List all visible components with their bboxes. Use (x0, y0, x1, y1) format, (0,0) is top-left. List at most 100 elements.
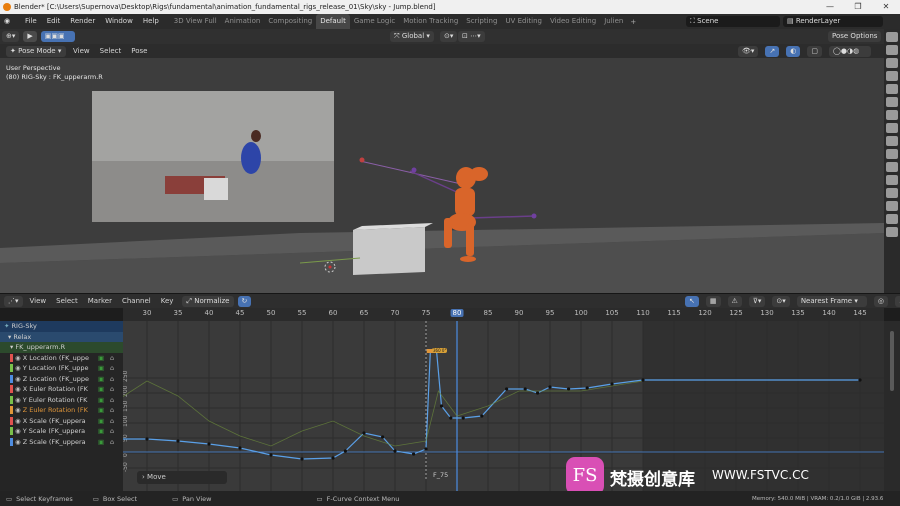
view-layer-icon[interactable] (886, 71, 898, 81)
sidebar-toggle-icon[interactable] (886, 227, 898, 237)
menu-help[interactable]: Help (138, 14, 164, 29)
proportional-falloff[interactable]: ∧ (894, 296, 900, 307)
frame-ruler[interactable]: 30 35 40 45 50 55 60 65 70 75 80 85 90 95 100 105 110 115… (123, 308, 884, 321)
close-button[interactable]: ✕ (872, 0, 900, 14)
move-operator-panel[interactable]: › Move (137, 471, 227, 484)
workspace-tab-uv-editing[interactable]: UV Editing (501, 14, 546, 29)
lock-icon[interactable]: ⌂ (110, 353, 114, 364)
eye-icon[interactable]: ◉ (15, 417, 23, 425)
particles-icon[interactable] (886, 136, 898, 146)
output-icon[interactable] (886, 58, 898, 68)
3d-viewport[interactable]: User Perspective (80) RIG-Sky : FK_upper… (0, 58, 884, 293)
visibility-dropdown[interactable]: 👁▾ (738, 46, 759, 57)
pose-menu[interactable]: Pose (126, 44, 152, 58)
fcurve-channel[interactable]: ◉ Z Euler Rotation (FK ▣ ⌂ (0, 405, 123, 416)
fcurve-channel[interactable]: ◉ X Location (FK_uppe ▣ ⌂ (0, 353, 123, 364)
render-icon[interactable] (886, 45, 898, 55)
channel-group[interactable]: ▾ FK_upperarm.R (0, 342, 123, 353)
channel-action[interactable]: ▾ Relax (0, 331, 123, 342)
transform-orientation-dropdown[interactable]: ⤧ Global ▾ (390, 31, 434, 42)
minimize-button[interactable]: — (816, 0, 844, 14)
select-menu[interactable]: Select (95, 44, 127, 58)
render-layer-selector[interactable]: ▤ RenderLayer (783, 16, 883, 27)
world-icon[interactable] (886, 97, 898, 107)
fcurve-channel[interactable]: ◉ Y Location (FK_uppe ▣ ⌂ (0, 363, 123, 374)
snap-toggle[interactable]: ⊡ ⋯▾ (458, 31, 485, 42)
properties-icon[interactable] (886, 32, 898, 42)
workspace-tab-motion-tracking[interactable]: Motion Tracking (399, 14, 462, 29)
workspace-tab-compositing[interactable]: Compositing (264, 14, 316, 29)
workspace-tab-default[interactable]: Default (316, 14, 350, 29)
mute-checkbox[interactable]: ▣ (98, 395, 104, 406)
overlay-toggle[interactable]: ◐ (786, 46, 801, 57)
xray-toggle[interactable]: ▢ (807, 46, 823, 57)
graph-channel-menu[interactable]: Channel (117, 294, 156, 308)
ik-target-marker-3[interactable] (531, 213, 537, 219)
ik-target-marker-2[interactable] (411, 167, 417, 173)
fcurve-channel[interactable]: ◉ Y Euler Rotation (FK ▣ ⌂ (0, 395, 123, 406)
fcurve-channel[interactable]: ◉ X Scale (FK_uppera ▣ ⌂ (0, 416, 123, 427)
graph-key-menu[interactable]: Key (156, 294, 179, 308)
snap-mode-dropdown[interactable]: Nearest Frame ▾ (796, 296, 867, 307)
eye-icon[interactable]: ◉ (15, 375, 23, 383)
menu-edit[interactable]: Edit (42, 14, 66, 29)
pivot-point-dropdown[interactable]: ⊙▾ (772, 296, 790, 307)
shading-modes[interactable]: ◯●◑◍ (829, 46, 872, 57)
add-workspace-icon[interactable]: + (630, 18, 636, 26)
lock-icon[interactable]: ⌂ (110, 426, 114, 437)
graph-view-menu[interactable]: View (25, 294, 52, 308)
material-icon[interactable] (886, 201, 898, 211)
data-icon[interactable] (886, 175, 898, 185)
scene-selector[interactable]: ⛶ Scene (686, 16, 780, 27)
lock-icon[interactable]: ⌂ (110, 374, 114, 385)
graph-marker-menu[interactable]: Marker (83, 294, 117, 308)
eye-icon[interactable]: ◉ (15, 427, 23, 435)
mute-checkbox[interactable]: ▣ (98, 437, 104, 448)
workspace-tab-3d-view-full[interactable]: 3D View Full (170, 14, 221, 29)
editor-type-button[interactable]: ⊕▾ (2, 31, 20, 42)
ik-target-marker[interactable] (359, 157, 365, 163)
marker-label[interactable]: F_75 (433, 471, 448, 479)
select-tool-button[interactable]: ▶ (23, 31, 37, 42)
lock-icon[interactable]: ⌂ (110, 437, 114, 448)
menu-window[interactable]: Window (100, 14, 138, 29)
mute-checkbox[interactable]: ▣ (98, 405, 104, 416)
maximize-button[interactable]: ❐ (844, 0, 872, 14)
scroll-handle[interactable] (890, 331, 894, 391)
mute-checkbox[interactable]: ▣ (98, 426, 104, 437)
normalize-toggle[interactable]: ⤢ Normalize (182, 295, 234, 307)
only-selected-toggle[interactable]: ↖ (685, 296, 699, 307)
current-frame-indicator[interactable]: 80 (450, 309, 464, 317)
mute-checkbox[interactable]: ▣ (98, 374, 104, 385)
lock-icon[interactable]: ⌂ (110, 363, 114, 374)
menu-file[interactable]: File (20, 14, 42, 29)
workspace-tab-scripting[interactable]: Scripting (462, 14, 501, 29)
workspace-tab-game-logic[interactable]: Game Logic (350, 14, 399, 29)
proportional-toggle[interactable]: ◎ (873, 296, 888, 307)
workspace-tab-animation[interactable]: Animation (221, 14, 265, 29)
view-menu[interactable]: View (68, 44, 95, 58)
pivot-dropdown[interactable]: ⊙▾ (440, 31, 458, 42)
object-icon[interactable] (886, 110, 898, 120)
mute-checkbox[interactable]: ▣ (98, 363, 104, 374)
eye-icon[interactable]: ◉ (15, 406, 23, 414)
graph-editor-type-button[interactable]: ⋰▾ (4, 295, 23, 307)
lock-icon[interactable]: ⌂ (110, 384, 114, 395)
fcurve-channel[interactable]: ◉ X Euler Rotation (FK ▣ ⌂ (0, 384, 123, 395)
auto-normalize-toggle[interactable]: ↻ (237, 295, 252, 307)
physics-icon[interactable] (886, 149, 898, 159)
mode-dropdown[interactable]: ✦ Pose Mode ▾ (6, 45, 66, 57)
constraints-icon[interactable] (886, 162, 898, 172)
lock-icon[interactable]: ⌂ (110, 416, 114, 427)
fcurve-channel[interactable]: ◉ Z Location (FK_uppe ▣ ⌂ (0, 374, 123, 385)
graph-select-menu[interactable]: Select (51, 294, 83, 308)
channel-rig[interactable]: ✦ RIG-Sky (0, 321, 123, 332)
select-mode-buttons[interactable]: ▣▣▣ (40, 31, 75, 42)
eye-icon[interactable]: ◉ (15, 438, 23, 446)
bone-icon[interactable] (886, 188, 898, 198)
pose-options-dropdown[interactable]: Pose Options (828, 31, 882, 42)
modifier-icon[interactable] (886, 123, 898, 133)
eye-icon[interactable]: ◉ (15, 385, 23, 393)
filter-icon[interactable]: ⊽▾ (748, 296, 766, 307)
only-errors-toggle[interactable]: ⚠ (727, 296, 742, 307)
